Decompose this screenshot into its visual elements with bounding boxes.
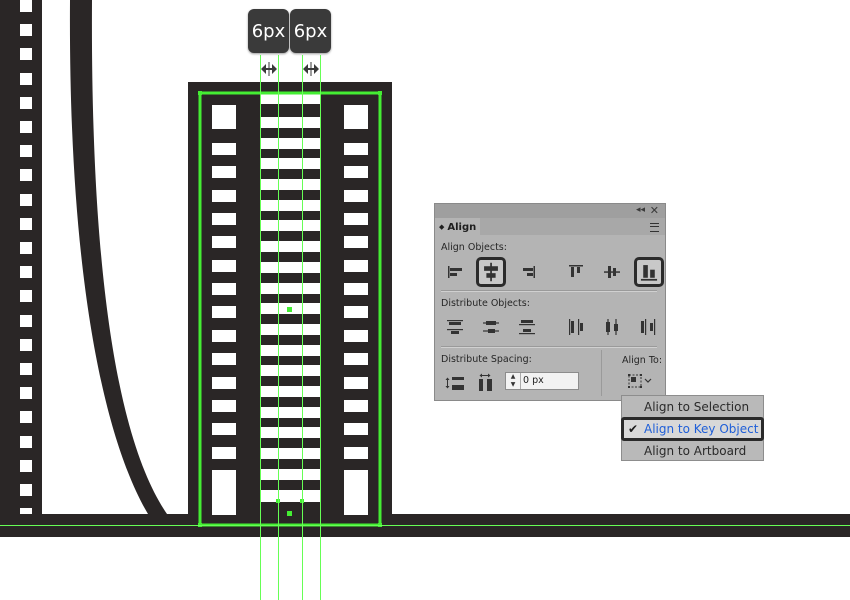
spacing-stepper-icon[interactable]: ▲ ▼ [506,373,521,389]
align-objects-label: Align Objects: [441,242,507,253]
tab-expand-icon[interactable]: ◆ [439,223,444,231]
distribute-right-icon[interactable] [635,314,661,340]
distribute-vertical-center-icon[interactable] [478,314,504,340]
left-film-strip [0,0,42,522]
align-left-icon[interactable] [442,259,468,285]
align-horizontal-center-icon[interactable] [476,257,506,287]
measure-tooltip-right: 6px [290,9,331,53]
measure-value-left: 6px [251,20,286,42]
spacing-value: 0 px [523,375,544,386]
tab-align-label: Align [447,221,477,233]
horizontal-distribute-space-icon[interactable] [473,370,499,396]
menu-item-align-to-selection[interactable]: Align to Selection [622,396,763,418]
align-to-key-object-button[interactable] [622,370,658,392]
align-bottom-icon[interactable] [634,257,664,287]
align-right-icon[interactable] [515,259,541,285]
panel-divider [441,290,657,292]
collapse-panel-icon[interactable]: ◂◂ [636,205,645,215]
vertical-distribute-space-icon[interactable] [442,370,468,396]
align-top-icon[interactable] [563,259,589,285]
align-to-dropdown-menu: Align to Selection ✔ Align to Key Object… [621,395,764,461]
distribute-objects-label: Distribute Objects: [441,298,530,309]
distribute-bottom-icon[interactable] [514,314,540,340]
align-to-label: Align To: [622,355,663,366]
distribute-spacing-label: Distribute Spacing: [441,354,532,365]
panel-vertical-divider [601,350,602,396]
measure-tooltip-left: 6px [248,9,289,53]
measure-arrow-right-icon [303,61,319,77]
align-panel: ◂◂ ✕ ◆ Align Align Objects: Distribute O… [434,203,666,401]
menu-item-label: Align to Artboard [644,444,747,458]
panel-title-bar[interactable]: ◂◂ ✕ [435,204,665,218]
menu-item-align-to-artboard[interactable]: Align to Artboard [622,440,763,462]
distribute-left-icon[interactable] [563,314,589,340]
menu-item-align-to-key-object[interactable]: ✔ Align to Key Object [621,417,764,441]
measure-value-right: 6px [293,20,328,42]
tab-align[interactable]: ◆ Align [435,218,480,236]
measure-arrow-left-icon [261,61,277,77]
checkmark-icon: ✔ [628,422,639,436]
panel-menu-icon[interactable] [650,223,659,232]
panel-divider [441,346,657,348]
align-vertical-center-icon[interactable] [599,259,625,285]
panel-tab-bar: ◆ Align [435,218,665,236]
distribute-top-icon[interactable] [442,314,468,340]
building-shape [188,82,392,527]
menu-item-label: Align to Selection [644,400,750,414]
artboard-canvas [0,0,850,600]
distribute-horizontal-center-icon[interactable] [599,314,625,340]
menu-item-label: Align to Key Object [644,422,759,436]
close-icon[interactable]: ✕ [650,204,659,217]
spacing-value-field[interactable]: ▲ ▼ 0 px [505,372,579,390]
